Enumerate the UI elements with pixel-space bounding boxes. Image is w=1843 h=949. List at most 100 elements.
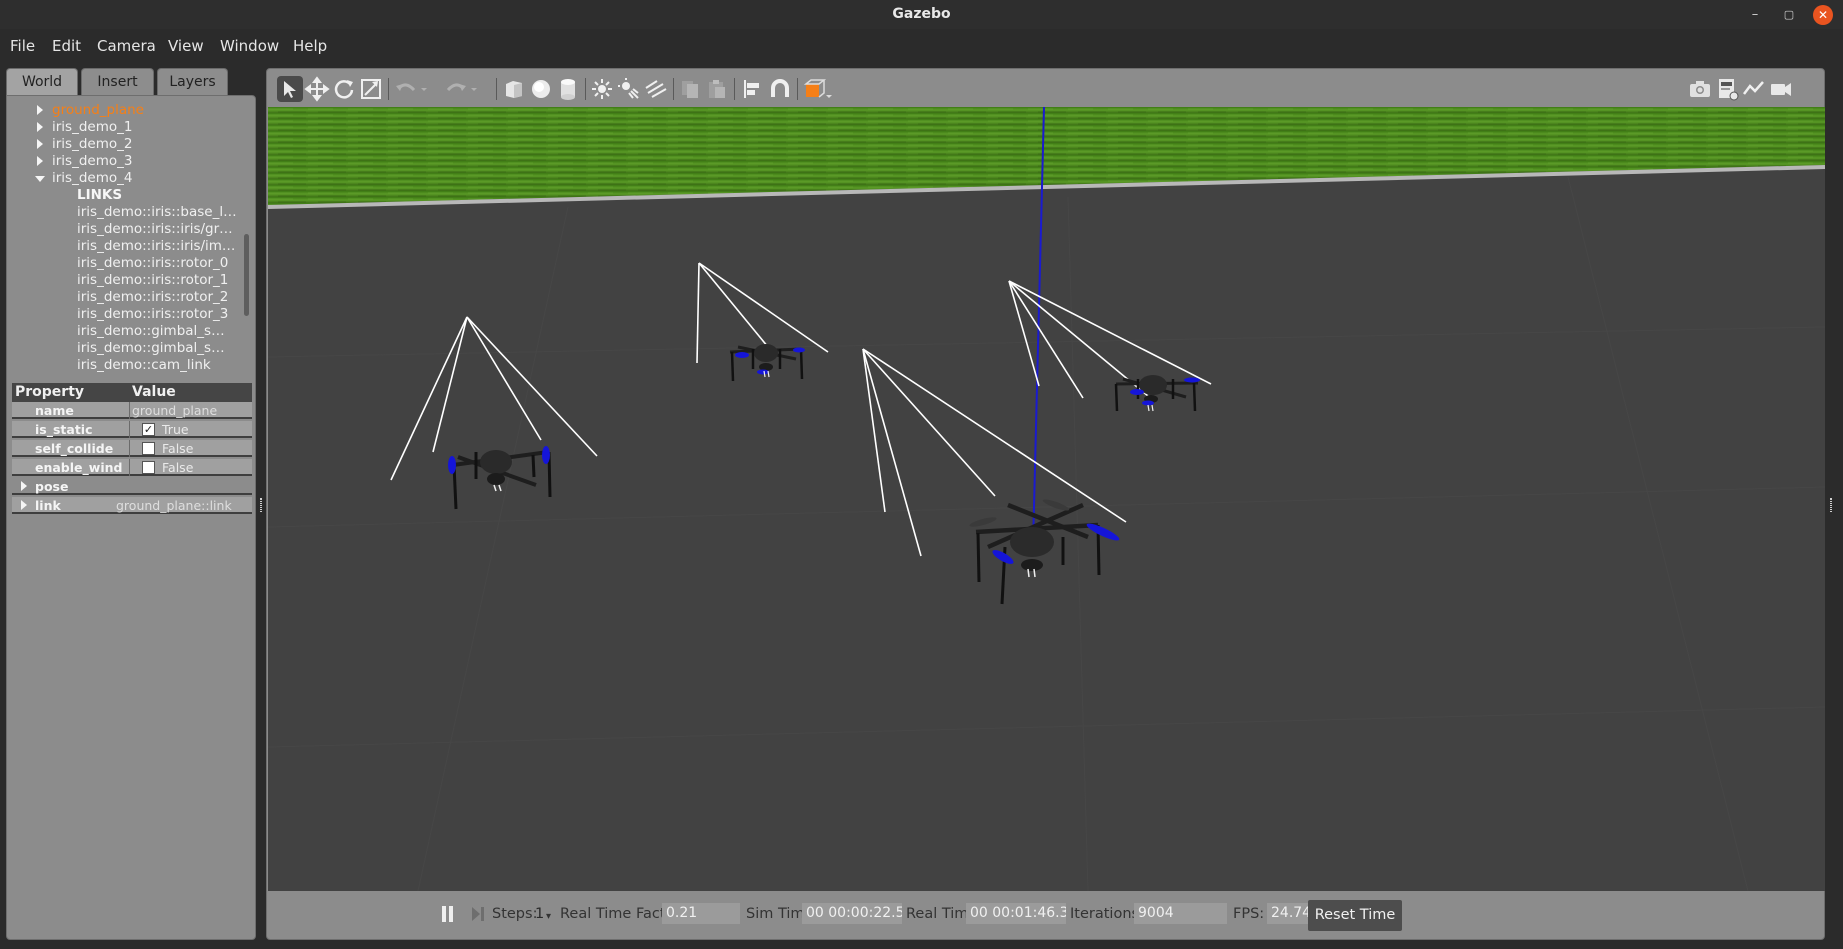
scene-render — [268, 107, 1825, 891]
menu-help[interactable]: Help — [293, 37, 327, 55]
rotate-mode-icon[interactable] — [331, 76, 357, 102]
reset-time-button[interactable]: Reset Time — [1308, 900, 1402, 931]
menu-view[interactable]: View — [168, 37, 204, 55]
3d-viewport[interactable] — [268, 107, 1825, 891]
menu-window[interactable]: Window — [220, 37, 279, 55]
fps-label: FPS: — [1233, 906, 1265, 922]
iterations-label: Iterations: — [1070, 906, 1144, 922]
spot-light-icon[interactable] — [616, 76, 642, 102]
directional-light-icon[interactable] — [643, 76, 669, 102]
cylinder-shape-icon[interactable] — [555, 76, 581, 102]
expand-arrow-icon[interactable] — [21, 500, 27, 510]
property-value[interactable]: ground_plane — [132, 403, 217, 418]
right-panel-handle[interactable] — [1830, 498, 1832, 512]
tree-link-item[interactable]: iris_demo::iris::rotor_1 — [77, 272, 228, 289]
property-key: enable_wind — [35, 460, 123, 475]
tree-scrollbar[interactable] — [243, 234, 251, 384]
property-header: Property Value — [12, 383, 252, 402]
property-key: is_static — [35, 422, 93, 437]
left-tabs: World Insert Layers — [6, 68, 256, 96]
expand-arrow-icon[interactable] — [37, 139, 43, 149]
property-value: ground_plane::link — [116, 498, 232, 513]
video-record-icon[interactable] — [1768, 76, 1794, 102]
expand-arrow-icon[interactable] — [37, 105, 43, 115]
column-divider — [129, 459, 130, 476]
tab-layers[interactable]: Layers — [157, 68, 228, 95]
tree-link-item[interactable]: iris_demo::iris::base_l… — [77, 204, 237, 221]
minimize-icon[interactable]: – — [1745, 5, 1765, 25]
pause-icon[interactable] — [435, 901, 461, 927]
tree-scroll-thumb[interactable] — [244, 234, 249, 316]
select-mode-icon[interactable] — [277, 76, 303, 102]
tree-link-item[interactable]: iris_demo::gimbal_s… — [77, 340, 225, 357]
property-row-enable-wind[interactable]: enable_wind False — [12, 459, 252, 476]
maximize-icon[interactable]: ▢ — [1779, 5, 1799, 25]
self-collide-checkbox[interactable] — [142, 442, 155, 455]
column-divider — [129, 402, 130, 419]
property-value: False — [162, 441, 194, 456]
value-column-header: Value — [132, 384, 176, 400]
snap-icon[interactable] — [767, 76, 793, 102]
property-key: pose — [35, 479, 69, 494]
paste-icon[interactable] — [704, 76, 730, 102]
tab-insert[interactable]: Insert — [81, 68, 154, 95]
step-forward-icon[interactable] — [465, 901, 491, 927]
undo-icon[interactable] — [393, 76, 419, 102]
steps-label: Steps: — [492, 906, 538, 922]
panel-splitter-handle[interactable] — [260, 498, 262, 512]
close-icon[interactable]: ✕ — [1813, 5, 1833, 25]
property-row-is-static[interactable]: is_static ✓ True — [12, 421, 252, 438]
menu-bar: File Edit Camera View Window Help — [0, 29, 1843, 62]
undo-dropdown-icon[interactable] — [419, 76, 431, 102]
links-header: LINKS — [77, 187, 123, 203]
screenshot-icon[interactable] — [1687, 76, 1713, 102]
redo-dropdown-icon[interactable] — [469, 76, 481, 102]
collapse-arrow-icon[interactable] — [35, 176, 45, 182]
column-divider — [129, 421, 130, 438]
menu-camera[interactable]: Camera — [97, 37, 156, 55]
steps-dropdown-icon[interactable]: ▾ — [546, 911, 551, 922]
property-row-pose[interactable]: pose — [12, 478, 252, 495]
point-light-icon[interactable] — [589, 76, 615, 102]
sphere-shape-icon[interactable] — [528, 76, 554, 102]
tree-link-item[interactable]: iris_demo::iris::rotor_0 — [77, 255, 228, 272]
scene-frame: Steps: 1 ▾ Real Time Factor: 0.21 Sim Ti… — [266, 68, 1825, 940]
toolbar-separator — [673, 78, 674, 100]
expand-arrow-icon[interactable] — [37, 122, 43, 132]
property-row-name[interactable]: name ground_plane — [12, 402, 252, 419]
translate-mode-icon[interactable] — [304, 76, 330, 102]
property-key: link — [35, 498, 61, 513]
plot-icon[interactable] — [1741, 76, 1767, 102]
steps-value[interactable]: 1 — [535, 906, 544, 922]
rtf-value: 0.21 — [662, 903, 740, 924]
tab-world[interactable]: World — [6, 68, 78, 95]
view-angle-icon[interactable] — [802, 76, 834, 102]
tree-link-item[interactable]: iris_demo::iris::rotor_3 — [77, 306, 228, 323]
left-panel: World Insert Layers ground_plane iris_de… — [6, 68, 256, 940]
expand-arrow-icon[interactable] — [37, 156, 43, 166]
iterations-value: 9004 — [1134, 903, 1227, 924]
box-shape-icon[interactable] — [501, 76, 527, 102]
log-icon[interactable] — [1714, 76, 1740, 102]
menu-file[interactable]: File — [10, 37, 35, 55]
title-bar: Gazebo – ▢ ✕ — [0, 0, 1843, 29]
tree-link-item[interactable]: iris_demo::cam_link — [77, 357, 211, 374]
scale-mode-icon[interactable] — [358, 76, 384, 102]
align-icon[interactable] — [739, 76, 765, 102]
expand-arrow-icon[interactable] — [21, 481, 27, 491]
menu-edit[interactable]: Edit — [52, 37, 81, 55]
copy-icon[interactable] — [677, 76, 703, 102]
property-row-link[interactable]: link ground_plane::link — [12, 497, 252, 514]
is-static-checkbox[interactable]: ✓ — [142, 423, 155, 436]
tree-link-item[interactable]: iris_demo::iris::iris/im… — [77, 238, 235, 255]
tree-link-item[interactable]: iris_demo::gimbal_s… — [77, 323, 225, 340]
property-row-self-collide[interactable]: self_collide False — [12, 440, 252, 457]
tree-link-item[interactable]: iris_demo::iris::iris/gr… — [77, 221, 233, 238]
toolbar-separator — [797, 78, 798, 100]
real-time-value: 00 00:01:46.357 — [966, 903, 1066, 924]
tree-link-item[interactable]: iris_demo::iris::rotor_2 — [77, 289, 228, 306]
toolbar-separator — [496, 78, 497, 100]
enable-wind-checkbox[interactable] — [142, 461, 155, 474]
simulation-bar: Steps: 1 ▾ Real Time Factor: 0.21 Sim Ti… — [267, 891, 1826, 939]
redo-icon[interactable] — [443, 76, 469, 102]
